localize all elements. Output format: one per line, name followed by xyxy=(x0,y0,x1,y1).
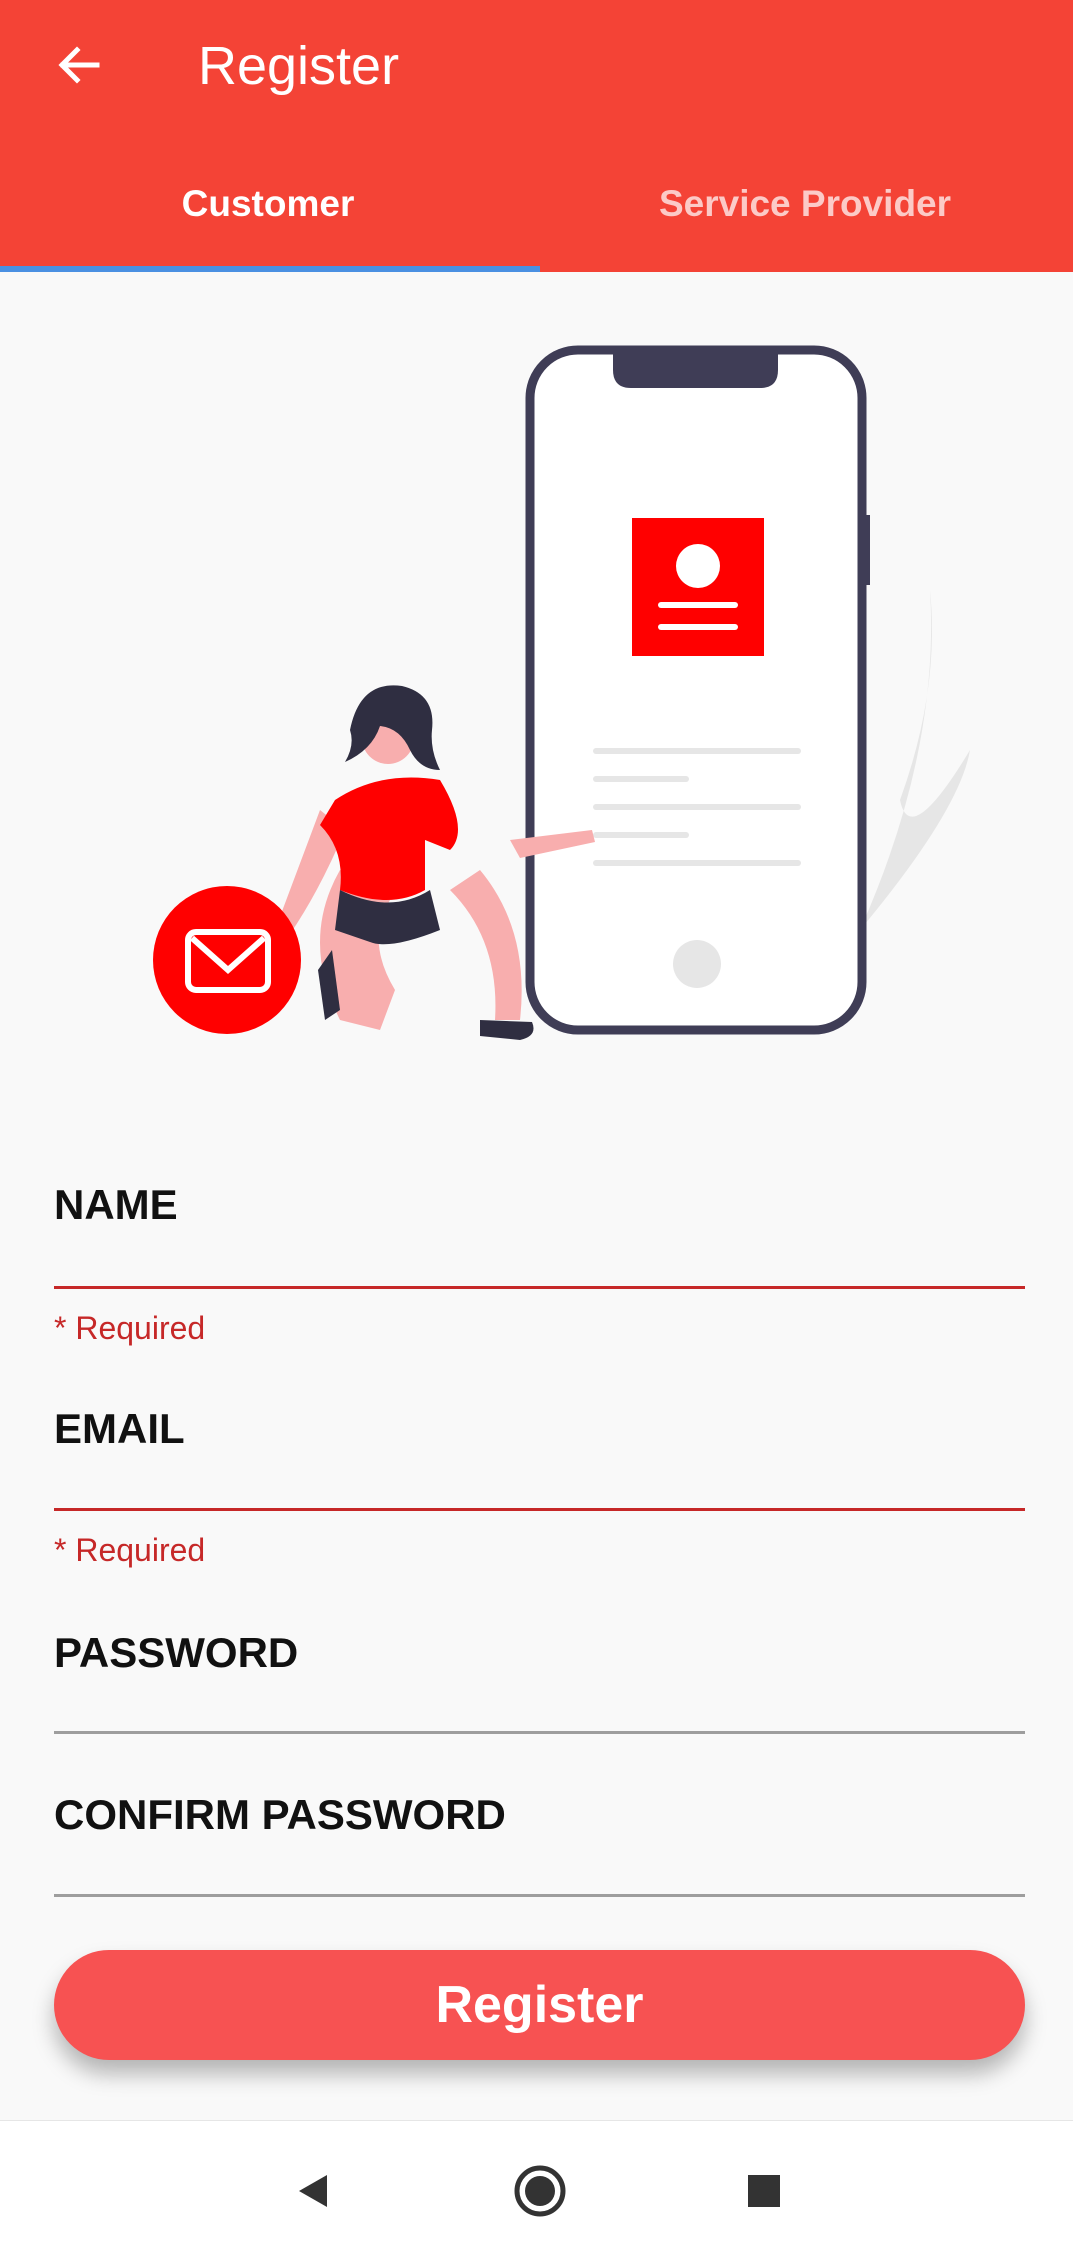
nav-home-button[interactable] xyxy=(510,2161,570,2221)
profile-card-icon xyxy=(632,518,764,656)
leaf-decoration xyxy=(860,590,970,930)
password-field[interactable] xyxy=(54,1731,1025,1734)
recents-square-icon xyxy=(748,2175,780,2207)
tab-indicator xyxy=(0,266,540,272)
arrow-left-icon xyxy=(58,46,100,84)
register-button[interactable]: Register xyxy=(54,1950,1025,2060)
mail-icon xyxy=(153,886,301,1034)
email-error-text: * Required xyxy=(54,1532,206,1568)
phone-icon xyxy=(525,345,870,1035)
tab-service-provider[interactable]: Service Provider xyxy=(537,172,1073,236)
nav-back-button[interactable] xyxy=(283,2161,343,2221)
back-triangle-icon xyxy=(299,2175,327,2207)
back-button[interactable] xyxy=(40,30,116,100)
page-title: Register xyxy=(198,36,400,96)
email-field[interactable] xyxy=(54,1508,1025,1511)
tab-customer[interactable]: Customer xyxy=(0,172,536,236)
name-error-text: * Required xyxy=(54,1310,206,1346)
system-nav-bar xyxy=(0,2120,1073,2251)
home-circle-icon xyxy=(514,2165,566,2217)
password-field-label: PASSWORD xyxy=(54,1629,299,1676)
name-field[interactable] xyxy=(54,1286,1025,1289)
nav-recents-button[interactable] xyxy=(734,2161,794,2221)
register-illustration xyxy=(153,345,970,1040)
app-bar: Register Customer Service Provider xyxy=(0,0,1073,272)
name-field-label: NAME xyxy=(54,1181,178,1228)
confirm-password-field-label: CONFIRM PASSWORD xyxy=(54,1791,506,1838)
confirm-password-field[interactable] xyxy=(54,1894,1025,1897)
email-field-label: EMAIL xyxy=(54,1405,185,1452)
